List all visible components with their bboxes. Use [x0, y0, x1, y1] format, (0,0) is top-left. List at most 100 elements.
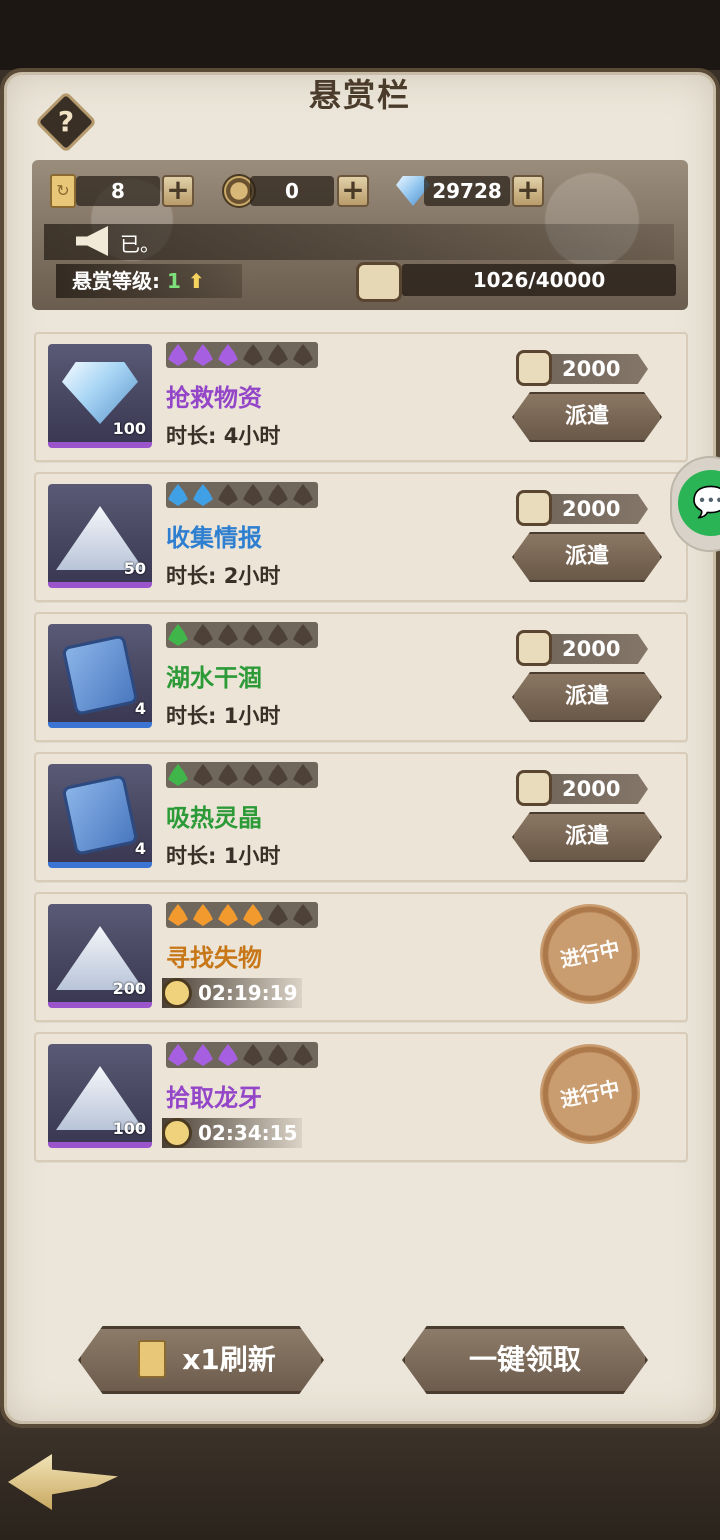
quest-card[interactable]: 200 寻找失物 02:19:19 进行中	[34, 892, 688, 1022]
flame-icon	[293, 484, 313, 506]
quest-card[interactable]: 100 抢救物资 时长: 4小时 2000 派遣	[34, 332, 688, 462]
exp-progress: 1026/40000	[402, 264, 676, 296]
in-progress-stamp: 进行中	[530, 1034, 650, 1154]
notice-text: 已。	[120, 232, 160, 256]
quest-card[interactable]: 50 收集情报 时长: 2小时 2000 派遣	[34, 472, 688, 602]
quest-name: 收集情报	[166, 524, 262, 552]
item-icon[interactable]: 100	[48, 344, 152, 448]
top-frame	[0, 0, 720, 70]
item-quantity: 4	[134, 839, 146, 858]
duration-value: 1小时	[223, 844, 281, 868]
level-up-icon[interactable]: ⬆	[188, 269, 205, 293]
clock-icon	[162, 1118, 192, 1148]
item-quantity: 4	[134, 699, 146, 718]
flame-icon	[193, 1044, 213, 1066]
flame-icon	[218, 344, 238, 366]
item-quantity: 50	[123, 559, 146, 578]
dispatch-button[interactable]: 派遣	[512, 532, 662, 582]
duration-label: 时长:	[166, 704, 217, 728]
item-art	[62, 362, 138, 424]
item-quantity: 100	[112, 1119, 146, 1138]
add-ticket-button[interactable]: +	[162, 175, 194, 207]
dispatch-button[interactable]: 派遣	[512, 812, 662, 862]
flame-icon	[193, 484, 213, 506]
quest-name: 吸热灵晶	[166, 804, 262, 832]
level-value: 1	[166, 269, 181, 293]
bounty-level: 悬赏等级: 1 ⬆	[56, 264, 242, 298]
flame-icon	[168, 484, 188, 506]
flame-icon	[268, 904, 288, 926]
ticket-icon	[138, 1340, 166, 1378]
flame-icon	[168, 1044, 188, 1066]
flame-icon	[293, 904, 313, 926]
duration-label: 时长:	[166, 564, 217, 588]
add-gem-button[interactable]: +	[512, 175, 544, 207]
difficulty-flames	[166, 342, 318, 368]
quest-card[interactable]: 4 吸热灵晶 时长: 1小时 2000 派遣	[34, 752, 688, 882]
flame-icon	[168, 624, 188, 646]
flame-icon	[268, 764, 288, 786]
difficulty-flames	[166, 1042, 318, 1068]
flame-icon	[293, 1044, 313, 1066]
item-quantity: 200	[112, 979, 146, 998]
duration-value: 1小时	[223, 704, 281, 728]
quest-duration: 时长: 4小时	[166, 420, 280, 450]
quest-name: 拾取龙牙	[166, 1084, 262, 1112]
clock-icon	[162, 978, 192, 1008]
scroll-icon	[356, 262, 402, 302]
quest-card[interactable]: 4 湖水干涸 时长: 1小时 2000 派遣	[34, 612, 688, 742]
flame-icon	[193, 904, 213, 926]
item-art	[61, 634, 139, 716]
difficulty-flames	[166, 622, 318, 648]
flame-icon	[293, 624, 313, 646]
page-title: 悬赏栏	[308, 76, 411, 114]
ticket-count: 8	[76, 176, 160, 206]
flame-icon	[243, 624, 263, 646]
flame-icon	[293, 764, 313, 786]
quest-name: 寻找失物	[166, 944, 262, 972]
item-art	[61, 774, 139, 856]
dispatch-button[interactable]: 派遣	[512, 672, 662, 722]
refresh-button[interactable]: x1刷新	[78, 1326, 324, 1394]
ticket-icon: ↻	[50, 174, 76, 208]
item-icon[interactable]: 4	[48, 764, 152, 868]
flame-icon	[293, 344, 313, 366]
flame-icon	[243, 1044, 263, 1066]
flame-icon	[168, 344, 188, 366]
flame-icon	[218, 764, 238, 786]
flame-icon	[218, 624, 238, 646]
flame-icon	[168, 904, 188, 926]
dispatch-button[interactable]: 派遣	[512, 392, 662, 442]
item-icon[interactable]: 4	[48, 624, 152, 728]
flame-icon	[268, 1044, 288, 1066]
flame-icon	[243, 484, 263, 506]
quest-duration: 时长: 2小时	[166, 560, 280, 590]
flame-icon	[243, 904, 263, 926]
flame-icon	[218, 904, 238, 926]
flame-icon	[243, 764, 263, 786]
item-quantity: 100	[112, 419, 146, 438]
difficulty-flames	[166, 902, 318, 928]
scroll-icon	[516, 350, 552, 386]
item-icon[interactable]: 200	[48, 904, 152, 1008]
quest-name: 抢救物资	[166, 384, 262, 412]
quest-card[interactable]: 100 拾取龙牙 02:34:15 进行中	[34, 1032, 688, 1162]
quest-duration: 时长: 1小时	[166, 840, 280, 870]
flame-icon	[168, 764, 188, 786]
coin-count: 0	[250, 176, 334, 206]
scroll-icon	[516, 630, 552, 666]
flame-icon	[268, 484, 288, 506]
difficulty-flames	[166, 762, 318, 788]
flame-icon	[193, 624, 213, 646]
level-label: 悬赏等级:	[72, 269, 160, 293]
claim-all-button[interactable]: 一键领取	[402, 1326, 648, 1394]
flame-icon	[218, 1044, 238, 1066]
item-icon[interactable]: 50	[48, 484, 152, 588]
help-icon[interactable]: ?	[44, 100, 88, 144]
flame-icon	[193, 764, 213, 786]
item-icon[interactable]: 100	[48, 1044, 152, 1148]
quest-duration: 时长: 1小时	[166, 700, 280, 730]
add-coin-button[interactable]: +	[337, 175, 369, 207]
duration-value: 2小时	[223, 564, 281, 588]
flame-icon	[193, 344, 213, 366]
